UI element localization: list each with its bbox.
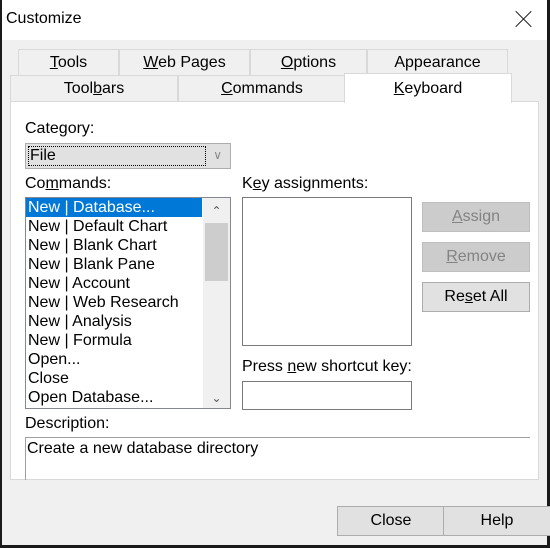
tab-label: K xyxy=(393,80,405,97)
shortcut-input[interactable] xyxy=(242,381,412,410)
list-item[interactable]: Open Database... xyxy=(26,388,202,407)
label-text: g xyxy=(58,120,68,137)
tab-label: C xyxy=(221,80,233,97)
tab-label: Appearance xyxy=(394,54,481,71)
commands-scrollbar[interactable]: ⌃ ⌄ xyxy=(203,198,230,408)
label-text: mands: xyxy=(58,175,112,192)
list-item[interactable]: New | Analysis xyxy=(26,312,202,331)
label-text: ory: xyxy=(67,120,95,137)
key-assignments-label: Key assignments: xyxy=(242,175,368,193)
label-text: Co xyxy=(25,175,46,192)
button-label: Re xyxy=(444,288,465,305)
list-item[interactable]: New | Blank Chart xyxy=(26,236,202,255)
button-label: s xyxy=(464,288,473,305)
label-text: ew shortcut key: xyxy=(296,358,412,375)
button-label: ssign xyxy=(462,208,501,225)
list-item[interactable]: New | Default Chart xyxy=(26,217,202,236)
scroll-down-icon[interactable]: ⌄ xyxy=(203,388,230,408)
tab-commands[interactable]: Commands xyxy=(178,75,346,101)
keyboard-panel: Category: File ∨ Commands: New | Databas… xyxy=(10,101,539,480)
assign-button[interactable]: Assign xyxy=(422,202,530,232)
tab-label: W xyxy=(143,54,159,71)
label-text: Press xyxy=(242,358,288,375)
shortcut-label: Press new shortcut key: xyxy=(242,358,412,376)
list-item[interactable]: Open... xyxy=(26,350,202,369)
list-item[interactable]: Close xyxy=(26,369,202,388)
scrollbar-thumb[interactable] xyxy=(205,223,228,281)
label-text: e xyxy=(252,175,262,192)
key-assignments-list[interactable] xyxy=(242,197,412,346)
tab-label: ools xyxy=(57,54,88,71)
category-label: Category: xyxy=(25,120,94,138)
button-label: emove xyxy=(457,248,506,265)
customize-dialog: Customize Tools Web Pages Options Appear… xyxy=(2,0,550,545)
title-bar: Customize xyxy=(2,0,547,40)
tab-label: eb Pages xyxy=(158,54,226,71)
close-icon[interactable] xyxy=(515,10,533,28)
label-text: m xyxy=(45,175,59,192)
label-text: Cate xyxy=(25,120,59,137)
tab-label: Tool xyxy=(63,80,94,97)
list-item[interactable]: New | Web Research xyxy=(26,293,202,312)
button-label: et All xyxy=(472,288,508,305)
tab-label: O xyxy=(280,54,294,71)
tab-label: b xyxy=(93,80,103,97)
label-text: y assignments: xyxy=(261,175,369,192)
tab-options[interactable]: Options xyxy=(250,49,367,75)
list-item[interactable]: New | Formula xyxy=(26,331,202,350)
tab-label: T xyxy=(49,54,58,71)
tab-web-pages[interactable]: Web Pages xyxy=(119,49,250,75)
scroll-up-icon[interactable]: ⌃ xyxy=(203,201,230,221)
tab-appearance[interactable]: Appearance xyxy=(367,49,508,75)
list-item[interactable]: New | Blank Pane xyxy=(26,255,202,274)
description-box: Create a new database directory xyxy=(25,437,530,480)
tab-keyboard[interactable]: Keyboard xyxy=(344,73,512,103)
tab-label: ars xyxy=(102,80,125,97)
close-button[interactable]: Close xyxy=(337,506,445,536)
commands-list[interactable]: New | Database... New | Default Chart Ne… xyxy=(25,197,231,409)
window-title: Customize xyxy=(6,10,82,27)
reset-all-button[interactable]: Reset All xyxy=(422,282,530,312)
list-item[interactable]: New | Database... xyxy=(26,198,202,217)
category-select[interactable]: File ∨ xyxy=(25,143,231,169)
tab-label: eyboard xyxy=(404,80,463,97)
commands-label: Commands: xyxy=(25,175,111,193)
tab-label: ptions xyxy=(293,54,337,71)
label-text: K xyxy=(242,175,253,192)
label-text: n xyxy=(287,358,297,375)
button-label: R xyxy=(446,248,458,265)
tab-tools[interactable]: Tools xyxy=(18,49,119,75)
tab-label: ommands xyxy=(232,80,303,97)
category-value: File xyxy=(28,146,206,166)
tab-toolbars[interactable]: Toolbars xyxy=(10,75,178,101)
remove-button[interactable]: Remove xyxy=(422,242,530,272)
description-label: Description: xyxy=(25,415,110,432)
button-label: A xyxy=(451,208,463,225)
chevron-down-icon: ∨ xyxy=(213,148,222,162)
list-item[interactable]: New | Account xyxy=(26,274,202,293)
help-button[interactable]: Help xyxy=(443,506,550,536)
